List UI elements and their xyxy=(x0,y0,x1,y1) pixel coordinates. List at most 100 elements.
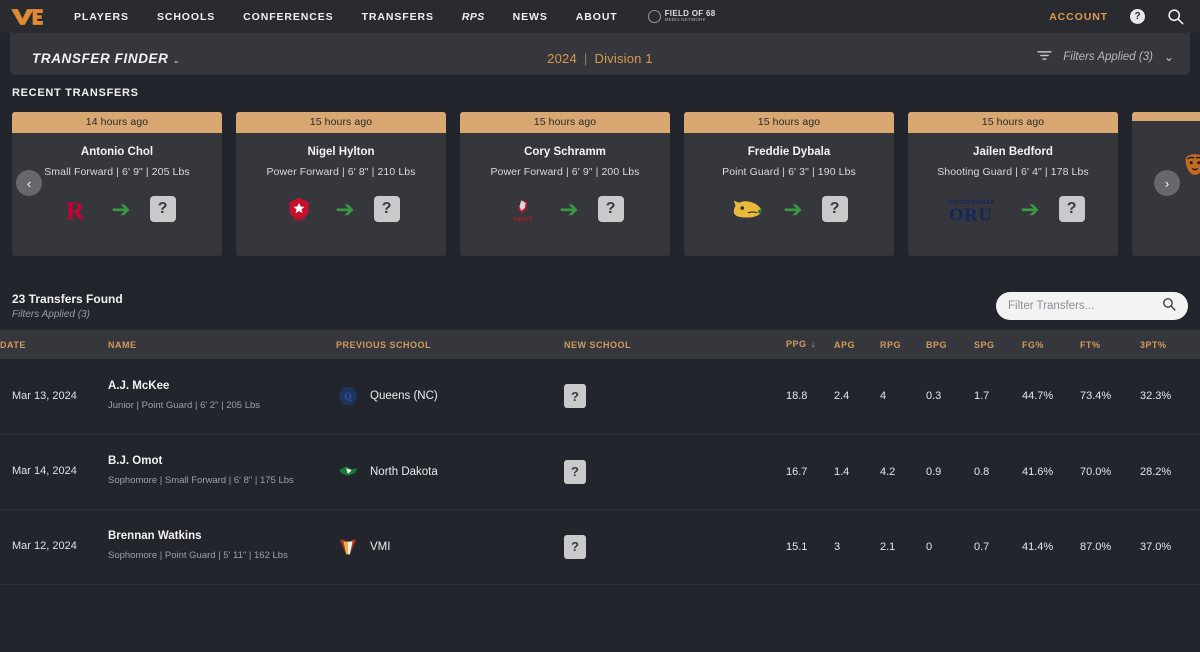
transfers-table: DATE NAME PREVIOUS SCHOOL NEW SCHOOL PPG… xyxy=(0,330,1200,585)
account-link[interactable]: ACCOUNT xyxy=(1049,11,1108,23)
recent-transfers-carousel: ‹ › 14 hours ago Antonio Chol Small Forw… xyxy=(0,112,1200,258)
nav-link-about[interactable]: ABOUT xyxy=(576,11,618,23)
column-header-3pt-pct[interactable]: 3PT% xyxy=(1140,330,1200,359)
row-previous-school-name: Queens (NC) xyxy=(370,390,438,403)
vmi-logo xyxy=(336,535,359,558)
row-date: Mar 12, 2024 xyxy=(12,539,77,552)
row-player-name[interactable]: B.J. Omot xyxy=(108,455,336,467)
transfer-card[interactable]: 14 hours ago Antonio Chol Small Forward … xyxy=(12,112,222,256)
row-ft-pct: 87.0% xyxy=(1080,540,1112,553)
column-header-date[interactable]: DATE xyxy=(0,330,108,359)
row-date: Mar 14, 2024 xyxy=(12,464,77,477)
row-date: Mar 13, 2024 xyxy=(12,389,77,402)
season-division-label[interactable]: 2024 | Division 1 xyxy=(547,51,653,66)
row-bpg: 0 xyxy=(926,540,933,553)
table-row[interactable]: Mar 14, 2024 B.J. Omot Sophomore | Small… xyxy=(0,434,1200,509)
row-previous-school[interactable]: VMI xyxy=(336,535,564,558)
filter-icon xyxy=(1037,48,1052,66)
division-value: Division 1 xyxy=(594,51,653,66)
nav-right-actions: ACCOUNT ? xyxy=(1049,8,1184,25)
column-header-ppg[interactable]: PPG ↓ xyxy=(786,330,834,359)
nav-link-schools[interactable]: SCHOOLS xyxy=(157,11,215,23)
column-header-bpg[interactable]: BPG xyxy=(926,330,974,359)
transfer-card-player-name: Freddie Dybala xyxy=(747,146,831,158)
top-navigation-bar: PLAYERS SCHOOLS CONFERENCES TRANSFERS RP… xyxy=(0,0,1200,33)
transfer-card[interactable]: 15 hours ago Freddie Dybala Point Guard … xyxy=(684,112,894,256)
transfer-arrow-icon: ➔ xyxy=(783,195,803,222)
nav-link-news[interactable]: NEWS xyxy=(513,11,548,23)
field-of-68-logo[interactable]: FIELD OF 68 MEDIA NETWORK xyxy=(647,9,716,23)
transfer-card-time: 15 hours ago xyxy=(684,112,894,133)
carousel-prev-button[interactable]: ‹ xyxy=(16,170,42,196)
row-new-school-unknown-icon: ? xyxy=(564,459,586,484)
row-previous-school[interactable]: North Dakota xyxy=(336,460,564,483)
nav-link-players[interactable]: PLAYERS xyxy=(74,11,129,23)
queens-nc-logo: Q xyxy=(336,385,359,408)
column-header-previous-school[interactable]: PREVIOUS SCHOOL xyxy=(336,330,564,359)
season-value: 2024 xyxy=(547,51,577,66)
row-player-detail: Junior | Point Guard | 6' 2" | 205 Lbs xyxy=(108,399,261,411)
row-fg-pct: 41.4% xyxy=(1022,540,1054,553)
transfer-card[interactable]: 15 hours ago Cory Schramm Power Forward … xyxy=(460,112,670,256)
transfer-card-time: 15 hours ago xyxy=(236,112,446,133)
column-header-rpg[interactable]: RPG xyxy=(880,330,926,359)
transfer-finder-title-text: TRANSFER FINDER xyxy=(32,51,169,66)
row-new-school-unknown-icon: ? xyxy=(564,534,586,559)
nav-link-rps[interactable]: RPS xyxy=(462,11,485,23)
row-previous-school-name: VMI xyxy=(370,540,391,553)
transfer-card-time: 15 hours ago xyxy=(908,112,1118,133)
transfer-card[interactable]: 15 hours ago Nigel Hylton Power Forward … xyxy=(236,112,446,256)
carousel-track: 14 hours ago Antonio Chol Small Forward … xyxy=(12,112,1200,256)
carousel-next-button[interactable]: › xyxy=(1154,170,1180,196)
transfer-card-logos: ➔ ? xyxy=(692,194,886,224)
row-ft-pct: 70.0% xyxy=(1080,465,1112,478)
transfer-arrow-icon: ➔ xyxy=(1020,195,1040,222)
nav-link-conferences[interactable]: CONFERENCES xyxy=(243,11,333,23)
row-fg-pct: 44.7% xyxy=(1022,390,1054,403)
row-apg: 1.4 xyxy=(834,465,850,478)
row-spg: 0.7 xyxy=(974,540,990,553)
row-new-school-unknown-icon: ? xyxy=(564,384,586,409)
column-header-ft-pct[interactable]: FT% xyxy=(1080,330,1140,359)
column-header-new-school[interactable]: NEW SCHOOL xyxy=(564,330,786,359)
filter-transfers-search-box[interactable] xyxy=(996,292,1188,320)
column-header-apg[interactable]: APG xyxy=(834,330,880,359)
tiger-logo xyxy=(1178,150,1200,180)
transfer-finder-title[interactable]: TRANSFER FINDER ⌄ xyxy=(32,51,180,66)
transfer-card-player-meta: Point Guard | 6' 3" | 190 Lbs xyxy=(722,166,856,178)
primary-nav-links: PLAYERS SCHOOLS CONFERENCES TRANSFERS RP… xyxy=(74,11,618,23)
row-3pt-pct: 37.0% xyxy=(1140,540,1172,553)
search-icon[interactable] xyxy=(1162,297,1176,316)
column-header-spg[interactable]: SPG xyxy=(974,330,1022,359)
row-player-detail: Sophomore | Small Forward | 6' 8" | 175 … xyxy=(108,475,294,487)
transfer-card[interactable]: 15 hours ago Jailen Bedford Shooting Gua… xyxy=(908,112,1118,256)
help-icon[interactable]: ? xyxy=(1130,9,1145,24)
golden-cat-logo xyxy=(730,194,764,224)
column-header-fg-pct[interactable]: FG% xyxy=(1022,330,1080,359)
row-previous-school[interactable]: Q Queens (NC) xyxy=(336,385,564,408)
chevron-down-icon: ⌄ xyxy=(1163,50,1174,64)
saints-logo: SAINTS xyxy=(506,194,540,224)
nav-link-transfers[interactable]: TRANSFERS xyxy=(362,11,434,23)
svg-text:ORU: ORU xyxy=(949,205,993,223)
filters-applied-label: Filters Applied (3) xyxy=(1063,51,1153,63)
row-player-name[interactable]: A.J. McKee xyxy=(108,380,336,392)
unknown-destination-icon: ? xyxy=(821,196,848,222)
search-icon[interactable] xyxy=(1167,8,1184,25)
transfer-card-player-meta: Power Forward | 6' 8" | 210 Lbs xyxy=(266,166,416,178)
row-spg: 1.7 xyxy=(974,390,990,403)
verbal-commits-logo[interactable] xyxy=(10,6,48,28)
unknown-destination-icon: ? xyxy=(597,196,624,222)
column-header-name[interactable]: NAME xyxy=(108,330,336,359)
field-of-68-subtitle: MEDIA NETWORK xyxy=(664,17,706,23)
transfer-card-player-name: Cory Schramm xyxy=(524,146,606,158)
row-player-name[interactable]: Brennan Watkins xyxy=(108,530,336,542)
svg-text:Q: Q xyxy=(344,392,352,403)
filter-transfers-input[interactable] xyxy=(1008,300,1162,312)
filters-applied-control[interactable]: Filters Applied (3) ⌄ xyxy=(1037,48,1174,66)
transfer-card-time: 14 hours ago xyxy=(12,112,222,133)
table-row[interactable]: Mar 12, 2024 Brennan Watkins Sophomore |… xyxy=(0,509,1200,584)
transfer-card-time: 15 hours ago xyxy=(460,112,670,133)
table-row[interactable]: Mar 13, 2024 A.J. McKee Junior | Point G… xyxy=(0,359,1200,434)
row-fg-pct: 41.6% xyxy=(1022,465,1054,478)
